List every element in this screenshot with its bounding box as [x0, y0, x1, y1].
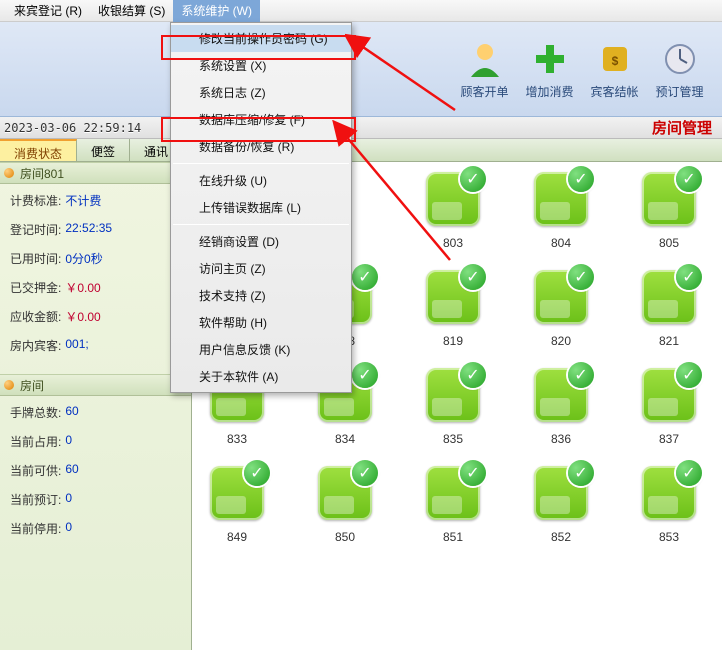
room-label: 820 [551, 334, 571, 348]
check-icon: ✓ [244, 460, 270, 486]
check-icon: ✓ [676, 362, 702, 388]
menu-bar: 来宾登记 (R) 收银结算 (S) 系统维护 (W) [0, 0, 722, 22]
room-icon: ✓ [534, 270, 588, 324]
mi-upload-errordb[interactable]: 上传错误数据库 (L) [171, 194, 351, 221]
room-item[interactable]: ✓ 852 [526, 466, 596, 544]
tb-open-order[interactable]: 顾客开单 [452, 22, 517, 116]
check-icon: ✓ [676, 166, 702, 192]
room-icon: ✓ [534, 368, 588, 422]
toolbar: 顾客开单 增加消费 $ 宾客结帐 预订管理 [0, 22, 722, 117]
room-label: 835 [443, 432, 463, 446]
section-title: 房间管理 [652, 117, 712, 138]
mi-feedback[interactable]: 用户信息反馈 (K) [171, 336, 351, 363]
room-icon: ✓ [210, 466, 264, 520]
system-menu-dropdown: 修改当前操作员密码 (G) 系统设置 (X) 系统日志 (Z) 数据库压缩/修复… [170, 22, 352, 393]
check-icon: ✓ [352, 460, 378, 486]
room-icon: ✓ [642, 368, 696, 422]
room-item[interactable]: ✓ 849 [202, 466, 272, 544]
mi-help[interactable]: 软件帮助 (H) [171, 309, 351, 336]
header-strip: 2023-03-06 22:59:14 房间管理 [0, 117, 722, 139]
room-icon: ✓ [426, 172, 480, 226]
check-icon: ✓ [568, 264, 594, 290]
bullet-icon [4, 380, 14, 390]
room-icon: ✓ [642, 466, 696, 520]
mi-system-log[interactable]: 系统日志 (Z) [171, 79, 351, 106]
room-label: 833 [227, 432, 247, 446]
check-icon: ✓ [676, 460, 702, 486]
room-label: 819 [443, 334, 463, 348]
room-label: 852 [551, 530, 571, 544]
mi-online-upgrade[interactable]: 在线升级 (U) [171, 167, 351, 194]
tb-reservation[interactable]: 预订管理 [647, 22, 712, 116]
room-item[interactable]: ✓ 821 [634, 270, 704, 348]
panel-room-info-head: 房间801 [0, 162, 191, 184]
room-item[interactable]: ✓ 853 [634, 466, 704, 544]
room-item[interactable]: ✓ 805 [634, 172, 704, 250]
room-label: 805 [659, 236, 679, 250]
room-label: 804 [551, 236, 571, 250]
tab-consume-status[interactable]: 消费状态 [0, 139, 77, 161]
room-icon: ✓ [534, 466, 588, 520]
room-label: 837 [659, 432, 679, 446]
check-icon: ✓ [352, 362, 378, 388]
check-icon: ✓ [460, 460, 486, 486]
menu-guest[interactable]: 来宾登记 (R) [6, 0, 90, 22]
room-icon: ✓ [426, 270, 480, 324]
sidebar: 房间801 计费标准:不计费 登记时间:22:52:35 已用时间:0分0秒 已… [0, 162, 192, 650]
room-icon: ✓ [426, 466, 480, 520]
room-label: 836 [551, 432, 571, 446]
check-icon: ✓ [568, 362, 594, 388]
room-item[interactable]: ✓ 851 [418, 466, 488, 544]
room-label: 853 [659, 530, 679, 544]
room-icon: ✓ [318, 466, 372, 520]
mi-tech-support[interactable]: 技术支持 (Z) [171, 282, 351, 309]
room-item[interactable]: ✓ 819 [418, 270, 488, 348]
room-label: 850 [335, 530, 355, 544]
menu-system[interactable]: 系统维护 (W) [173, 0, 260, 22]
room-label: 834 [335, 432, 355, 446]
room-icon: ✓ [426, 368, 480, 422]
room-label: 851 [443, 530, 463, 544]
check-icon: ✓ [460, 264, 486, 290]
person-icon [465, 39, 505, 79]
room-icon: ✓ [642, 172, 696, 226]
menu-cashier[interactable]: 收银结算 (S) [90, 0, 173, 22]
room-label: 803 [443, 236, 463, 250]
check-icon: ✓ [676, 264, 702, 290]
mi-about[interactable]: 关于本软件 (A) [171, 363, 351, 390]
tb-checkout[interactable]: $ 宾客结帐 [582, 22, 647, 116]
mi-db-compress[interactable]: 数据库压缩/修复 (F) [171, 106, 351, 133]
room-item[interactable]: ✓ 835 [418, 368, 488, 446]
bullet-icon [4, 168, 14, 178]
panel-room-head: 房间 [0, 374, 191, 396]
room-icon: ✓ [642, 270, 696, 324]
check-icon: ✓ [568, 460, 594, 486]
check-icon: ✓ [460, 362, 486, 388]
room-label: 821 [659, 334, 679, 348]
room-item[interactable]: ✓ 836 [526, 368, 596, 446]
money-icon: $ [595, 39, 635, 79]
room-item[interactable]: ✓ 820 [526, 270, 596, 348]
room-item[interactable]: ✓ 803 [418, 172, 488, 250]
clock-icon [660, 39, 700, 79]
check-icon: ✓ [352, 264, 378, 290]
room-item[interactable]: ✓ 837 [634, 368, 704, 446]
tb-add-consume[interactable]: 增加消费 [517, 22, 582, 116]
mi-change-password[interactable]: 修改当前操作员密码 (G) [171, 25, 351, 52]
mi-db-backup[interactable]: 数据备份/恢复 (R) [171, 133, 351, 160]
room-item[interactable]: ✓ 850 [310, 466, 380, 544]
mi-system-settings[interactable]: 系统设置 (X) [171, 52, 351, 79]
timestamp: 2023-03-06 22:59:14 [4, 121, 141, 135]
svg-text:$: $ [611, 54, 618, 68]
check-icon: ✓ [568, 166, 594, 192]
plus-icon [530, 39, 570, 79]
mi-dealer-settings[interactable]: 经销商设置 (D) [171, 228, 351, 255]
tab-notes[interactable]: 便签 [77, 139, 130, 161]
room-label: 849 [227, 530, 247, 544]
tab-bar: 消费状态 便签 通讯 [0, 139, 722, 162]
mi-homepage[interactable]: 访问主页 (Z) [171, 255, 351, 282]
check-icon: ✓ [460, 166, 486, 192]
room-item[interactable]: ✓ 804 [526, 172, 596, 250]
room-icon: ✓ [534, 172, 588, 226]
